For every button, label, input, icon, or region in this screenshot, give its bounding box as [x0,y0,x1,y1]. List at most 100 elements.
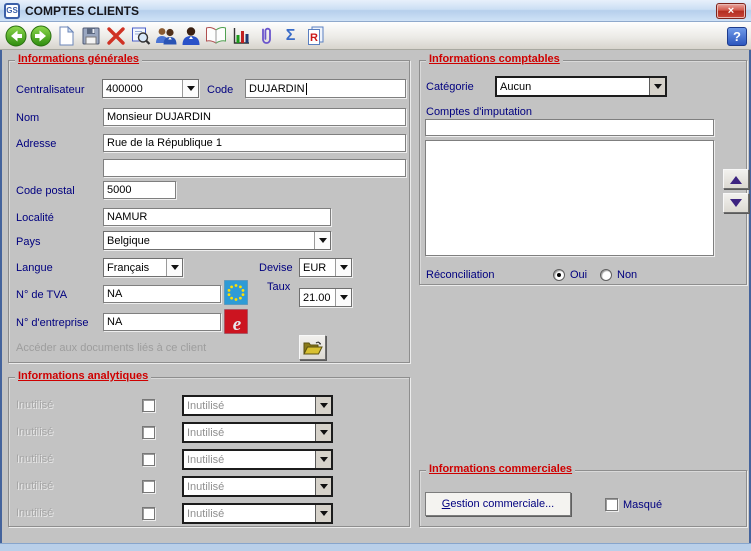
comptes-imputation-label: Comptes d'imputation [426,106,533,118]
app-logo-icon: GS [4,2,20,19]
chevron-down-icon[interactable] [315,397,331,414]
categorie-label: Catégorie [426,81,474,93]
group-title: Informations générales [15,53,143,65]
text-caret [305,82,307,95]
documents-link-label: Accéder aux documents liés à ce client [16,342,207,354]
chevron-down-icon[interactable] [315,451,331,468]
langue-combo[interactable]: Français [103,258,183,277]
gestion-commerciale-button[interactable]: Gestion commerciale... [425,492,571,516]
clients-icon [155,27,176,44]
chevron-down-icon[interactable] [314,232,330,249]
entreprise-input[interactable]: NA [103,313,221,331]
eu-vat-check-button[interactable] [223,279,249,310]
localite-label: Localité [16,212,54,224]
adresse2-input[interactable] [103,159,406,177]
taux-label: Taux [267,281,291,293]
client-card-button[interactable] [178,24,203,48]
reconciliation-non-label: Non [617,269,638,281]
chevron-down-icon[interactable] [182,80,198,97]
devise-label: Devise [259,262,293,274]
analytic-row-label: Inutilisé [16,399,54,411]
analytic-row-checkbox[interactable] [142,507,155,520]
comptes-imputation-listbox[interactable] [425,140,714,256]
report-button[interactable]: R [303,24,328,48]
chevron-down-icon[interactable] [315,478,331,495]
analytic-row-checkbox[interactable] [142,399,155,412]
move-down-button[interactable] [723,193,749,213]
centralisateur-combo[interactable]: 400000 [102,79,199,98]
analytic-row-combo[interactable]: Inutilisé [182,503,333,524]
search-button[interactable] [128,24,153,48]
open-documents-button[interactable] [299,335,326,360]
chevron-down-icon[interactable] [315,424,331,441]
save-icon [82,27,99,44]
enterprise-e-icon: e [223,308,249,335]
journal-button[interactable] [203,24,228,48]
chevron-down-icon[interactable] [335,289,351,306]
move-up-button[interactable] [723,169,749,189]
group-informations-generales: Informations générales Centralisateur 40… [8,53,410,363]
save-button[interactable] [78,24,103,48]
window-comptes-clients: GS COMPTES CLIENTS × Σ R ? Informations … [0,0,751,551]
analytic-row-combo[interactable]: Inutilisé [182,449,333,470]
chevron-down-icon[interactable] [649,78,665,95]
group-title: Informations analytiques [15,370,152,382]
nom-input[interactable]: Monsieur DUJARDIN [103,108,406,126]
code-label: Code [207,84,234,96]
sum-button[interactable]: Σ [278,24,303,48]
entreprise-label: N° d'entreprise [16,317,89,329]
adresse-label: Adresse [16,138,57,150]
sigma-icon: Σ [285,26,296,44]
chevron-down-icon[interactable] [335,259,351,276]
up-arrow-icon [730,170,742,184]
categorie-combo[interactable]: Aucun [495,76,667,97]
nav-forward-icon [30,25,51,46]
analytic-row-label: Inutilisé [16,426,54,438]
tva-label: N° de TVA [16,289,68,301]
analytic-row-checkbox[interactable] [142,426,155,439]
svg-text:e: e [233,314,242,334]
group-informations-analytiques: Informations analytiques Inutilisé Inuti… [8,370,410,527]
code-postal-input[interactable]: 5000 [103,181,176,199]
nav-back-button[interactable] [3,24,28,48]
eu-flag-icon [223,279,249,306]
adresse-input[interactable]: Rue de la République 1 [103,134,406,152]
statistics-button[interactable] [228,24,253,48]
book-icon [205,26,226,44]
analytic-row-label: Inutilisé [16,480,54,492]
analytic-row-checkbox[interactable] [142,480,155,493]
comptes-imputation-input[interactable] [425,119,714,136]
new-document-icon [59,25,74,45]
pays-combo[interactable]: Belgique [103,231,331,250]
title-bar[interactable]: GS COMPTES CLIENTS × [0,0,751,22]
devise-combo[interactable]: EUR [299,258,352,277]
chevron-down-icon[interactable] [315,505,331,522]
chart-icon [233,27,249,44]
masque-checkbox[interactable] [605,498,618,511]
analytic-row-combo[interactable]: Inutilisé [182,422,333,443]
close-button[interactable]: × [716,3,746,19]
enterprise-lookup-button[interactable]: e [223,308,249,339]
attachments-button[interactable] [253,24,278,48]
delete-button[interactable] [103,24,128,48]
reconciliation-oui-label: Oui [570,269,588,281]
delete-icon [106,26,125,45]
analytic-row-combo[interactable]: Inutilisé [182,476,333,497]
analytic-row-checkbox[interactable] [142,453,155,466]
reconciliation-non-radio[interactable] [600,269,612,281]
help-button[interactable]: ? [727,27,747,46]
nav-forward-button[interactable] [28,24,53,48]
code-input[interactable]: DUJARDIN [245,79,406,98]
analytic-row-combo[interactable]: Inutilisé [182,395,333,416]
tva-input[interactable]: NA [103,285,221,303]
analytic-row-label: Inutilisé [16,453,54,465]
taux-combo[interactable]: 21.00 [299,288,352,307]
clients-list-button[interactable] [153,24,178,48]
new-record-button[interactable] [53,24,78,48]
chevron-down-icon[interactable] [166,259,182,276]
localite-input[interactable]: NAMUR [103,208,331,226]
nom-label: Nom [16,112,40,124]
attachment-icon [261,27,271,44]
reconciliation-oui-radio[interactable] [553,269,565,281]
window-title: COMPTES CLIENTS [25,3,140,18]
